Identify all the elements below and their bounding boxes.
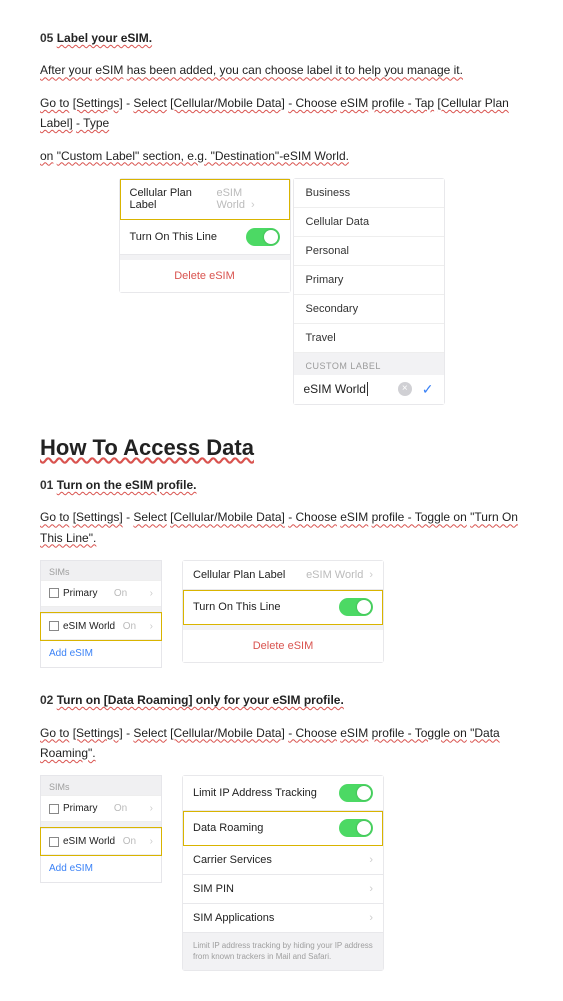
- label-option-travel[interactable]: Travel: [294, 324, 444, 353]
- step02-num: 02: [40, 693, 53, 707]
- data-roaming-row[interactable]: Data Roaming: [183, 811, 383, 846]
- cellular-plan-value: eSIM World: [216, 187, 245, 211]
- step01-num: 01: [40, 478, 53, 492]
- sim-primary-icon: [49, 804, 59, 814]
- esim-settings-panel: Cellular Plan Label eSIM World› Turn On …: [182, 560, 384, 663]
- step05-title: Label your eSIM.: [57, 31, 152, 45]
- chevron-right-icon: ›: [369, 854, 373, 866]
- limit-ip-row[interactable]: Limit IP Address Tracking: [183, 776, 383, 811]
- sim-row-world[interactable]: eSIM World On ›: [41, 828, 161, 855]
- step05-p1: After your eSIM has been added, you can …: [40, 60, 523, 80]
- sim-row-primary[interactable]: Primary On ›: [41, 795, 161, 822]
- add-esim-button[interactable]: Add eSIM: [41, 855, 161, 882]
- step05-p3: on "Custom Label" section, e.g. "Destina…: [40, 146, 523, 166]
- sim-applications-row[interactable]: SIM Applications ›: [183, 904, 383, 933]
- sim-list-panel: SIMs Primary On › eSIM World On › Add eS…: [40, 560, 162, 668]
- sim-pin-row[interactable]: SIM PIN ›: [183, 875, 383, 904]
- sims-header: SIMs: [41, 561, 161, 580]
- step-02-heading: 02 Turn on [Data Roaming] only for your …: [40, 690, 523, 710]
- cellular-plan-panel: Cellular Plan Label eSIM World › Turn On …: [119, 178, 291, 293]
- confirm-check-icon[interactable]: ✓: [422, 381, 434, 398]
- delete-esim-button[interactable]: Delete eSIM: [183, 630, 383, 662]
- label-option-primary[interactable]: Primary: [294, 266, 444, 295]
- chevron-right-icon: ›: [150, 588, 153, 599]
- chevron-right-icon: ›: [369, 912, 373, 924]
- step01-title: Turn on the eSIM profile.: [57, 478, 197, 492]
- chevron-right-icon: ›: [150, 803, 153, 814]
- custom-label-input-row[interactable]: eSIM World × ✓: [294, 375, 444, 404]
- label-option-cellular[interactable]: Cellular Data: [294, 208, 444, 237]
- step05-p2: Go to [Settings] - Select [Cellular/Mobi…: [40, 93, 523, 134]
- page-title: How To Access Data: [40, 435, 523, 461]
- sim-row-world[interactable]: eSIM World On ›: [41, 613, 161, 640]
- turn-on-line-label: Turn On This Line: [130, 231, 217, 243]
- chevron-right-icon: ›: [251, 199, 255, 211]
- add-esim-button[interactable]: Add eSIM: [41, 640, 161, 667]
- cellular-plan-label-row[interactable]: Cellular Plan Label eSIM World ›: [120, 179, 290, 220]
- cellular-plan-label-row[interactable]: Cellular Plan Label eSIM World›: [183, 561, 383, 590]
- step01-p: Go to [Settings] - Select [Cellular/Mobi…: [40, 507, 523, 548]
- step05-num: 05: [40, 31, 53, 45]
- label-options-panel: Business Cellular Data Personal Primary …: [293, 178, 445, 405]
- sim-world-icon: [49, 837, 59, 847]
- chevron-right-icon: ›: [150, 621, 153, 632]
- turn-on-toggle[interactable]: [246, 228, 280, 246]
- ip-tracking-footnote: Limit IP address tracking by hiding your…: [183, 933, 383, 970]
- label-option-business[interactable]: Business: [294, 179, 444, 208]
- label-option-personal[interactable]: Personal: [294, 237, 444, 266]
- turn-on-line-row[interactable]: Turn On This Line: [120, 220, 290, 255]
- custom-label-header: CUSTOM LABEL: [294, 353, 444, 375]
- carrier-services-row[interactable]: Carrier Services ›: [183, 846, 383, 875]
- limit-ip-toggle[interactable]: [339, 784, 373, 802]
- sim-world-icon: [49, 621, 59, 631]
- delete-esim-button[interactable]: Delete eSIM: [120, 260, 290, 292]
- sims-header: SIMs: [41, 776, 161, 795]
- text-cursor: [367, 382, 368, 396]
- turn-on-line-row[interactable]: Turn On This Line: [183, 590, 383, 625]
- step02-title: Turn on [Data Roaming] only for your eSI…: [57, 693, 344, 707]
- chevron-right-icon: ›: [150, 836, 153, 847]
- sim-primary-icon: [49, 588, 59, 598]
- cellular-plan-label-text: Cellular Plan Label: [130, 187, 217, 211]
- custom-label-input-value: eSIM World: [304, 382, 366, 396]
- chevron-right-icon: ›: [369, 883, 373, 895]
- clear-input-icon[interactable]: ×: [398, 382, 412, 396]
- label-option-secondary[interactable]: Secondary: [294, 295, 444, 324]
- chevron-right-icon: ›: [369, 569, 373, 581]
- step-01-heading: 01 Turn on the eSIM profile.: [40, 475, 523, 495]
- step-05-heading: 05 Label your eSIM.: [40, 28, 523, 48]
- turn-on-toggle[interactable]: [339, 598, 373, 616]
- sim-row-primary[interactable]: Primary On ›: [41, 580, 161, 607]
- step02-p: Go to [Settings] - Select [Cellular/Mobi…: [40, 723, 523, 764]
- roaming-settings-panel: Limit IP Address Tracking Data Roaming C…: [182, 775, 384, 971]
- data-roaming-toggle[interactable]: [339, 819, 373, 837]
- sim-list-panel-2: SIMs Primary On › eSIM World On › Add eS…: [40, 775, 162, 883]
